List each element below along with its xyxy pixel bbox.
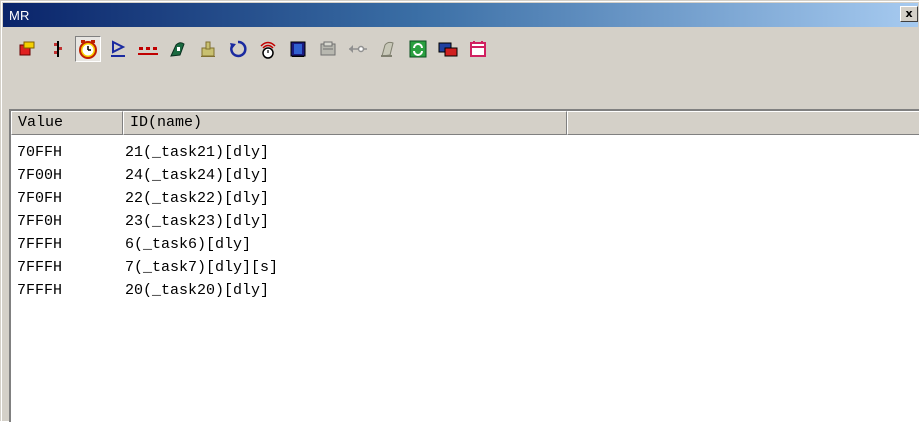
message-buffer-icon (320, 41, 336, 56)
alarm-handler-button[interactable] (255, 36, 281, 62)
timeout-queue-button[interactable] (75, 36, 101, 62)
memory-pool-button[interactable] (285, 36, 311, 62)
variable-pool-button[interactable] (375, 36, 401, 62)
row-id-name: 7(_task7)[dly][s] (125, 259, 279, 276)
message-buffer-button[interactable] (315, 36, 341, 62)
mailbox-icon (170, 42, 185, 57)
row-id-name: 22(_task22)[dly] (125, 190, 270, 207)
event-flag-button[interactable] (105, 36, 131, 62)
row-value: 7FFFH (17, 282, 63, 299)
exit-icon (470, 41, 486, 57)
column-header-id-name[interactable]: ID(name) (123, 111, 567, 135)
cyclic-handler-icon (230, 40, 247, 58)
column-header-value[interactable]: Value (11, 111, 123, 135)
ready-queue-icon (54, 41, 62, 57)
data-queue-icon (201, 41, 215, 57)
list-row[interactable]: 7F0FH 22(_task22)[dly] (11, 187, 278, 210)
task-context-icon (438, 42, 458, 57)
row-value: 70FFH (17, 144, 63, 161)
list-row[interactable]: 7FFFH 6(_task6)[dly] (11, 233, 278, 256)
mr-list[interactable]: Value ID(name) 70FFH 21(_task21)[dly] 7F… (9, 109, 919, 422)
refresh-button[interactable] (405, 36, 431, 62)
task-context-button[interactable] (435, 36, 461, 62)
row-value: 7FF0H (17, 213, 63, 230)
list-rows: 70FFH 21(_task21)[dly] 7F00H 24(_task24)… (11, 141, 278, 302)
mr-window: MR x Value ID(name) 70FFH 21(_task21)[dl… (0, 0, 919, 422)
variable-pool-icon (381, 41, 394, 57)
window-title: MR (9, 7, 30, 23)
ready-queue-button[interactable] (45, 36, 71, 62)
list-row[interactable]: 7F00H 24(_task24)[dly] (11, 164, 278, 187)
row-value: 7F00H (17, 167, 63, 184)
list-row[interactable]: 70FFH 21(_task21)[dly] (11, 141, 278, 164)
mailbox-button[interactable] (165, 36, 191, 62)
row-id-name: 23(_task23)[dly] (125, 213, 270, 230)
row-value: 7F0FH (17, 190, 63, 207)
column-header-extra[interactable] (567, 111, 919, 135)
alarm-handler-icon (260, 41, 276, 59)
semaphore-button[interactable] (135, 36, 161, 62)
list-row[interactable]: 7FF0H 23(_task23)[dly] (11, 210, 278, 233)
timeout-queue-icon (79, 40, 97, 59)
row-id-name: 6(_task6)[dly] (125, 236, 252, 253)
toolbar (5, 31, 916, 67)
port-button[interactable] (345, 36, 371, 62)
task-state-button[interactable] (15, 36, 41, 62)
row-value: 7FFFH (17, 236, 63, 253)
port-icon (349, 45, 367, 53)
exit-button[interactable] (465, 36, 491, 62)
refresh-icon (409, 40, 427, 58)
event-flag-icon (111, 40, 126, 57)
list-header: Value ID(name) (11, 111, 919, 135)
task-state-icon (19, 41, 35, 56)
data-queue-button[interactable] (195, 36, 221, 62)
list-row[interactable]: 7FFFH 20(_task20)[dly] (11, 279, 278, 302)
list-row[interactable]: 7FFFH 7(_task7)[dly][s] (11, 256, 278, 279)
memory-pool-icon (290, 41, 306, 57)
semaphore-icon (138, 47, 158, 55)
row-id-name: 21(_task21)[dly] (125, 144, 270, 161)
row-value: 7FFFH (17, 259, 63, 276)
row-id-name: 24(_task24)[dly] (125, 167, 270, 184)
title-bar[interactable]: MR x (3, 3, 918, 27)
close-button[interactable]: x (900, 6, 918, 22)
row-id-name: 20(_task20)[dly] (125, 282, 270, 299)
cyclic-handler-button[interactable] (225, 36, 251, 62)
